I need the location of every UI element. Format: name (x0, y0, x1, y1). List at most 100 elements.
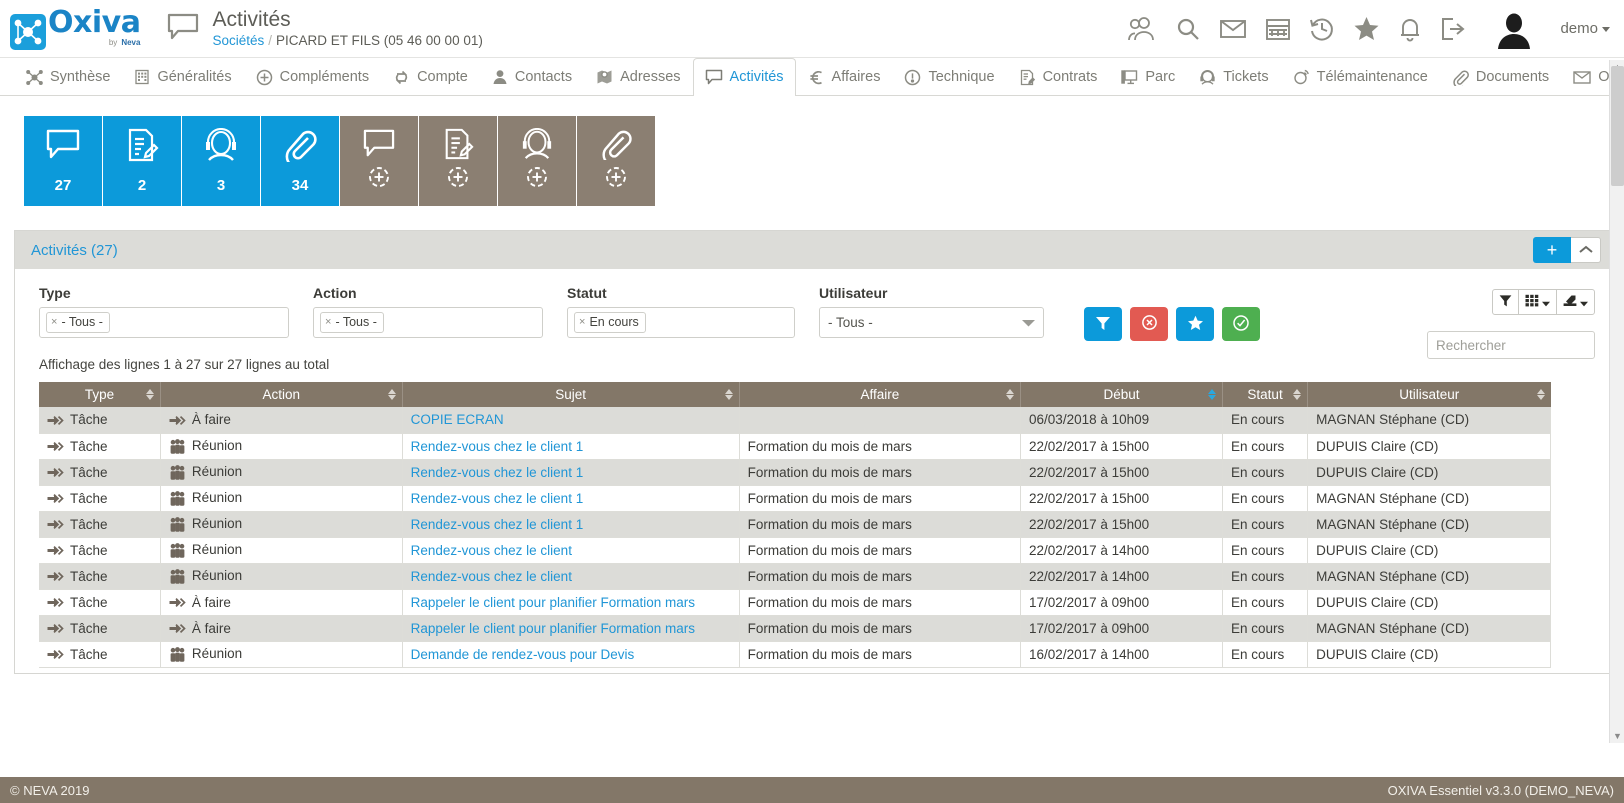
filter-action-tag[interactable]: × - Tous - (320, 312, 384, 333)
sort-icon[interactable] (724, 389, 733, 400)
cell-sujet[interactable]: COPIE ECRAN (402, 407, 740, 434)
sujet-link[interactable]: Rappeler le client pour planifier Format… (411, 621, 695, 636)
nav-tab-generalites[interactable]: Généralités (122, 58, 243, 95)
tile-add-ticket[interactable] (498, 116, 576, 206)
tile-messages[interactable]: 27 (24, 116, 102, 206)
tile-notes[interactable]: 2 (103, 116, 181, 206)
sujet-link[interactable]: Demande de rendez-vous pour Devis (411, 647, 635, 662)
remove-tag-icon[interactable]: × (51, 315, 57, 330)
nav-tab-parc[interactable]: Parc (1109, 58, 1187, 95)
column-filter-tool[interactable] (1493, 290, 1519, 314)
cell-sujet[interactable]: Rendez-vous chez le client 1 (402, 485, 740, 512)
nav-tab-synthese[interactable]: Synthèse (14, 58, 122, 95)
cell-sujet[interactable]: Rendez-vous chez le client 1 (402, 459, 740, 486)
cell-sujet[interactable]: Rendez-vous chez le client 1 (402, 511, 740, 538)
bell-icon[interactable] (1398, 16, 1422, 42)
nav-tab-contacts[interactable]: Contacts (480, 58, 584, 95)
col-header-statut[interactable]: Statut (1222, 382, 1309, 407)
sujet-link[interactable]: Rendez-vous chez le client 1 (411, 517, 584, 532)
sort-icon[interactable] (387, 389, 396, 400)
nav-tab-telemaintenance[interactable]: Télémaintenance (1281, 58, 1440, 95)
nav-tab-contrats[interactable]: Contrats (1007, 58, 1110, 95)
collapse-panel-button[interactable] (1571, 237, 1601, 263)
filter-type-tag[interactable]: × - Tous - (46, 312, 110, 333)
table-row[interactable]: Tâche Réunion Rendez-vous chez le client Fo… (39, 563, 1551, 590)
cell-sujet[interactable]: Rappeler le client pour planifier Format… (402, 615, 740, 642)
cell-sujet[interactable]: Rappeler le client pour planifier Format… (402, 589, 740, 616)
users-icon[interactable] (1127, 15, 1157, 43)
cell-sujet[interactable]: Rendez-vous chez le client 1 (402, 433, 740, 460)
sujet-link[interactable]: COPIE ECRAN (411, 412, 504, 427)
sort-icon[interactable] (1006, 389, 1015, 400)
col-header-affaire[interactable]: Affaire (739, 382, 1022, 407)
tile-documents[interactable]: 34 (261, 116, 339, 206)
clear-filter-button[interactable] (1130, 307, 1168, 341)
sort-icon[interactable] (1536, 389, 1545, 400)
nav-tab-compte[interactable]: Compte (381, 58, 480, 95)
tile-add-document[interactable] (577, 116, 655, 206)
nav-tab-activites[interactable]: Activités (692, 58, 796, 96)
nav-tab-documents[interactable]: Documents (1440, 58, 1561, 95)
sujet-link[interactable]: Rendez-vous chez le client (411, 543, 572, 558)
table-row[interactable]: Tâche Réunion Rendez-vous chez le client 1… (39, 511, 1551, 538)
cell-sujet[interactable]: Demande de rendez-vous pour Devis (402, 641, 740, 668)
col-header-debut[interactable]: Début (1020, 382, 1224, 407)
table-row[interactable]: Tâche Réunion Demande de rendez-vous pour … (39, 641, 1551, 668)
col-header-type[interactable]: Type (39, 382, 161, 407)
scroll-down-icon[interactable]: ▼ (1613, 731, 1622, 741)
cell-sujet[interactable]: Rendez-vous chez le client (402, 563, 740, 590)
filter-type-input[interactable]: × - Tous - (39, 307, 289, 338)
history-icon[interactable] (1309, 16, 1335, 42)
vertical-scrollbar[interactable]: ▲ ▼ (1609, 60, 1624, 743)
table-row[interactable]: Tâche Réunion Rendez-vous chez le client 1… (39, 459, 1551, 486)
validate-filter-button[interactable] (1222, 307, 1260, 341)
tile-add-note[interactable] (419, 116, 497, 206)
scrollbar-thumb[interactable] (1611, 66, 1624, 186)
avatar[interactable] (1494, 9, 1534, 49)
nav-tab-tickets[interactable]: Tickets (1187, 58, 1280, 95)
table-row[interactable]: Tâche À faire Rappeler le client pour plan… (39, 615, 1551, 642)
export-tool[interactable] (1557, 290, 1594, 314)
cell-sujet[interactable]: Rendez-vous chez le client (402, 537, 740, 564)
col-header-utilisateur[interactable]: Utilisateur (1307, 382, 1551, 407)
search-icon[interactable] (1175, 16, 1201, 42)
sort-icon-active[interactable] (1208, 389, 1217, 400)
logout-icon[interactable] (1440, 16, 1466, 42)
filter-action-input[interactable]: × - Tous - (313, 307, 543, 338)
table-row[interactable]: Tâche Réunion Rendez-vous chez le client 1… (39, 433, 1551, 460)
columns-tool[interactable] (1519, 290, 1557, 314)
sujet-link[interactable]: Rendez-vous chez le client 1 (411, 439, 584, 454)
filter-statut-input[interactable]: × En cours (567, 307, 795, 338)
tile-add-message[interactable] (340, 116, 418, 206)
mail-icon[interactable] (1219, 17, 1247, 41)
nav-tab-technique[interactable]: Technique (892, 58, 1006, 95)
table-row[interactable]: Tâche Réunion Rendez-vous chez le client 1… (39, 485, 1551, 512)
logo[interactable]: Oxiva by Neva (10, 7, 141, 50)
star-icon[interactable] (1353, 16, 1380, 42)
table-row[interactable]: Tâche Réunion Rendez-vous chez le client Fo… (39, 537, 1551, 564)
sort-icon[interactable] (1293, 389, 1302, 400)
remove-tag-icon[interactable]: × (325, 315, 331, 330)
favorite-filter-button[interactable] (1176, 307, 1214, 341)
col-header-action[interactable]: Action (160, 382, 403, 407)
sujet-link[interactable]: Rendez-vous chez le client 1 (411, 491, 584, 506)
table-row[interactable]: Tâche À faire Rappeler le client pour plan… (39, 589, 1551, 616)
sort-icon[interactable] (145, 389, 154, 400)
add-activity-button[interactable]: + (1533, 237, 1571, 263)
filter-statut-tag[interactable]: × En cours (574, 312, 646, 333)
filter-utilisateur-select[interactable]: - Tous - (819, 307, 1044, 338)
search-input[interactable] (1427, 331, 1595, 359)
breadcrumb-root-link[interactable]: Sociétés (212, 33, 264, 48)
tile-tickets[interactable]: 3 (182, 116, 260, 206)
nav-tab-adresses[interactable]: Adresses (584, 58, 692, 95)
table-row[interactable]: Tâche À faire COPIE ECRAN 06/03/2018 à 10h0… (39, 407, 1551, 434)
nav-tab-affaires[interactable]: Affaires (796, 58, 893, 95)
col-header-sujet[interactable]: Sujet (402, 382, 740, 407)
nav-tab-complements[interactable]: Compléments (244, 58, 381, 95)
filter-button[interactable] (1084, 307, 1122, 341)
sujet-link[interactable]: Rendez-vous chez le client 1 (411, 465, 584, 480)
sujet-link[interactable]: Rappeler le client pour planifier Format… (411, 595, 695, 610)
user-menu[interactable]: demo (1560, 20, 1610, 37)
calendar-icon[interactable] (1265, 16, 1291, 42)
sujet-link[interactable]: Rendez-vous chez le client (411, 569, 572, 584)
